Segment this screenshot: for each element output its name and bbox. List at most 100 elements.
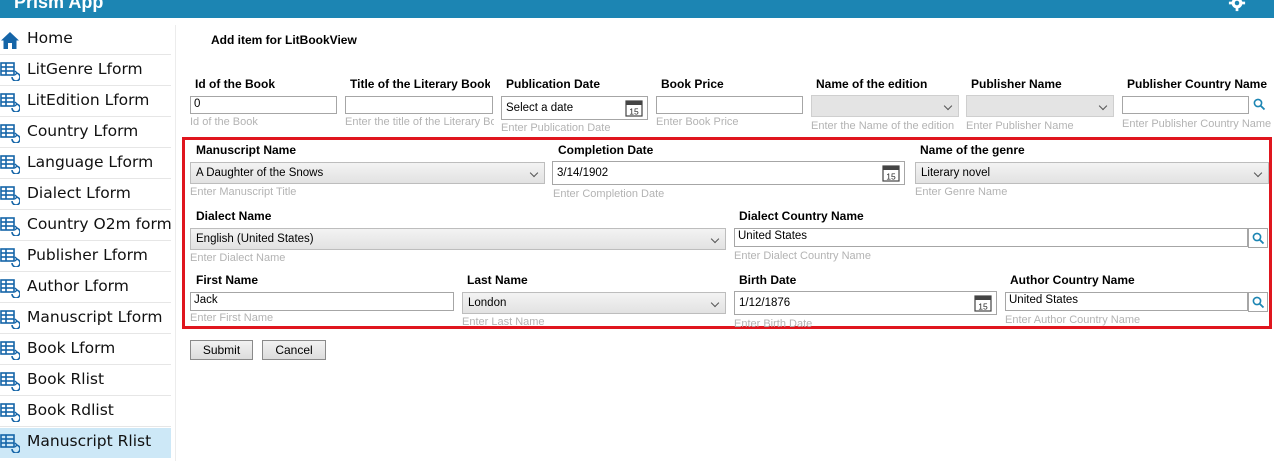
calendar-day: 15 — [978, 302, 988, 312]
title-bar: Prism App — [0, 0, 1274, 18]
author-country-hint: Enter Author Country Name — [1005, 314, 1141, 326]
manuscript-label: Manuscript Name — [196, 143, 297, 157]
sidebar-item-manuscript-rlist[interactable]: Manuscript Rlist — [0, 428, 171, 458]
book-id-field[interactable]: 0 — [190, 96, 337, 114]
home-icon — [1, 32, 19, 49]
price-field[interactable] — [656, 96, 803, 114]
pub-date-picker[interactable]: Select a date 15 — [501, 96, 648, 120]
pub-country-search-button[interactable] — [1250, 95, 1270, 115]
sidebar-item-label: Home — [27, 29, 73, 47]
first-name-field[interactable]: Jack — [190, 292, 454, 311]
search-icon — [1252, 232, 1265, 245]
sidebar-item-author-lform[interactable]: Author Lform — [0, 273, 171, 303]
first-name-hint: Enter First Name — [190, 312, 274, 324]
calendar-day: 15 — [629, 107, 639, 117]
form-icon — [0, 341, 20, 360]
book-title-hint: Enter the title of the Literary Book — [345, 116, 494, 128]
calendar-icon[interactable]: 15 — [882, 164, 900, 182]
author-country-field[interactable]: United States — [1005, 292, 1248, 311]
sidebar-item-label: Book Rlist — [27, 370, 105, 388]
author-country-label: Author Country Name — [1010, 273, 1135, 287]
sidebar-item-home[interactable]: Home — [0, 25, 171, 55]
chevron-down-icon — [529, 168, 539, 178]
sidebar-item-label: Dialect Lform — [27, 184, 131, 202]
sidebar-item-country-lform[interactable]: Country Lform — [0, 118, 171, 148]
submit-button[interactable]: Submit — [190, 340, 253, 360]
form-icon — [0, 124, 20, 143]
chevron-down-icon — [943, 101, 953, 111]
sidebar-item-litgenre-lform[interactable]: LitGenre Lform — [0, 56, 171, 86]
sidebar-item-book-lform[interactable]: Book Lform — [0, 335, 171, 365]
dialect-country-field[interactable]: United States — [734, 228, 1248, 247]
form-icon — [0, 279, 20, 298]
last-name-dropdown[interactable]: London — [462, 292, 726, 314]
genre-label: Name of the genre — [920, 143, 1025, 157]
book-id-hint: Id of the Book — [190, 116, 258, 128]
pub-date-value: Select a date — [506, 102, 574, 114]
edition-hint: Enter the Name of the edition — [811, 120, 955, 132]
sidebar-item-dialect-lform[interactable]: Dialect Lform — [0, 180, 171, 210]
dialect-country-search-button[interactable] — [1248, 228, 1268, 248]
pub-date-hint: Enter Publication Date — [501, 122, 611, 134]
chevron-down-icon — [1253, 168, 1263, 178]
price-label: Book Price — [661, 77, 724, 91]
author-country-search-button[interactable] — [1248, 292, 1268, 312]
sidebar-item-litedition-lform[interactable]: LitEdition Lform — [0, 87, 171, 117]
manuscript-value: A Daughter of the Snows — [196, 167, 324, 179]
publisher-dropdown[interactable] — [966, 95, 1114, 117]
pub-country-hint: Enter Publisher Country Name — [1122, 118, 1272, 130]
manuscript-dropdown[interactable]: A Daughter of the Snows — [190, 162, 545, 184]
sidebar-item-label: Publisher Lform — [27, 246, 148, 264]
calendar-day: 15 — [886, 172, 896, 182]
sidebar-item-label: LitGenre Lform — [27, 60, 143, 78]
genre-dropdown[interactable]: Literary novel — [915, 162, 1269, 184]
search-icon — [1252, 296, 1265, 309]
genre-hint: Enter Genre Name — [915, 186, 1008, 198]
publisher-hint: Enter Publisher Name — [966, 120, 1074, 132]
form-icon — [0, 434, 20, 453]
cancel-button[interactable]: Cancel — [262, 340, 326, 360]
completion-value: 3/14/1902 — [557, 167, 609, 179]
dialect-value: English (United States) — [196, 233, 314, 245]
book-title-field[interactable] — [345, 96, 493, 114]
birth-date-value: 1/12/1876 — [739, 297, 791, 309]
form-icon — [0, 217, 20, 236]
birth-date-hint: Enter Birth Date — [734, 318, 813, 329]
calendar-icon[interactable]: 15 — [974, 294, 992, 312]
chevron-down-icon — [710, 234, 720, 244]
page-title: Add item for LitBookView — [211, 33, 357, 47]
dialect-country-hint: Enter Dialect Country Name — [734, 250, 871, 262]
sidebar-item-book-rlist[interactable]: Book Rlist — [0, 366, 171, 396]
app-title: Prism App — [14, 0, 104, 12]
calendar-icon[interactable]: 15 — [625, 99, 643, 117]
sidebar-item-label: Country O2m form — [27, 215, 172, 233]
form-icon — [0, 186, 20, 205]
sidebar-item-book-rdlist[interactable]: Book Rdlist — [0, 397, 171, 427]
completion-date-picker[interactable]: 3/14/1902 15 — [552, 161, 905, 185]
sidebar-item-label: Author Lform — [27, 277, 129, 295]
last-name-value: London — [468, 297, 507, 309]
genre-value: Literary novel — [921, 167, 991, 179]
book-title-label: Title of the Literary Book — [350, 77, 490, 91]
gear-icon[interactable] — [1228, 0, 1246, 12]
edition-dropdown[interactable] — [811, 95, 959, 117]
dialect-hint: Enter Dialect Name — [190, 252, 286, 264]
sidebar-item-country-o2m-form[interactable]: Country O2m form — [0, 211, 172, 241]
dialect-dropdown[interactable]: English (United States) — [190, 228, 726, 250]
birth-date-picker[interactable]: 1/12/1876 15 — [734, 291, 997, 315]
sidebar-item-label: Book Rdlist — [27, 401, 114, 419]
sidebar-item-label: Manuscript Rlist — [27, 432, 152, 450]
sidebar-item-publisher-lform[interactable]: Publisher Lform — [0, 242, 171, 272]
pub-date-label: Publication Date — [506, 77, 601, 91]
edition-label: Name of the edition — [816, 77, 928, 91]
completion-label: Completion Date — [558, 143, 654, 157]
sidebar-item-label: Country Lform — [27, 122, 139, 140]
sidebar-item-language-lform[interactable]: Language Lform — [0, 149, 171, 179]
search-icon — [1253, 98, 1266, 111]
pub-country-field[interactable] — [1122, 96, 1249, 114]
last-name-label: Last Name — [467, 273, 528, 287]
completion-hint: Enter Completion Date — [553, 188, 665, 200]
sidebar-item-label: Book Lform — [27, 339, 116, 357]
sidebar-item-manuscript-lform[interactable]: Manuscript Lform — [0, 304, 171, 334]
pub-country-label: Publisher Country Name — [1127, 77, 1268, 91]
